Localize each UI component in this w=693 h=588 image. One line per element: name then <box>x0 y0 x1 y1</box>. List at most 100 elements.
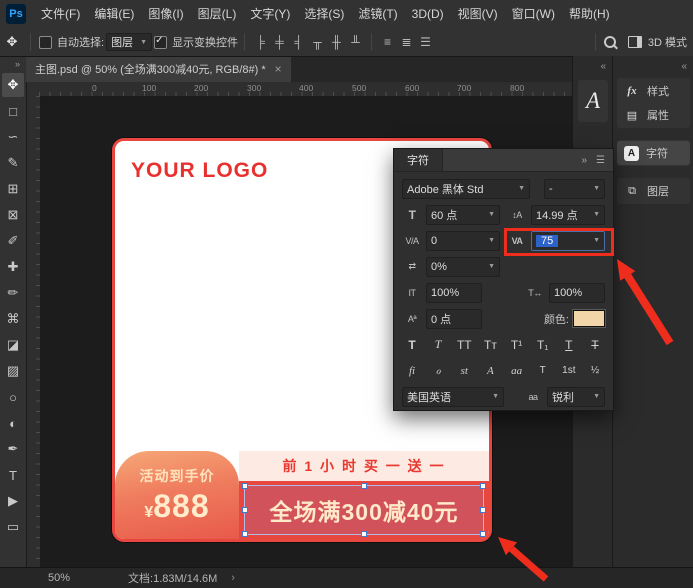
underline-button[interactable]: T <box>560 338 578 352</box>
auto-select-dropdown[interactable]: 图层▼ <box>106 33 152 51</box>
object-selection-tool-icon[interactable]: ✎ <box>2 151 24 175</box>
panel-collapse-icon[interactable]: » <box>581 155 587 166</box>
menu-window[interactable]: 窗口(W) <box>505 0 562 28</box>
document-tab[interactable]: 主图.psd @ 50% (全场满300减40元, RGB/8#) * × <box>26 56 291 82</box>
promo-banner[interactable]: 全场满300减40元 <box>239 481 489 539</box>
selection-handle[interactable] <box>361 531 367 537</box>
all-caps-button[interactable]: TT <box>455 338 473 352</box>
dock-collapse-icon[interactable]: « <box>613 56 693 76</box>
workspace-icon[interactable] <box>628 36 642 48</box>
stylistic-alternates-button[interactable]: aa <box>508 365 526 377</box>
frame-tool-icon[interactable]: ⊠ <box>2 203 24 227</box>
menu-layer[interactable]: 图层(L) <box>191 0 244 28</box>
superscript-button[interactable]: T¹ <box>508 338 526 352</box>
selection-handle[interactable] <box>480 507 486 513</box>
type-tool-icon[interactable]: T <box>2 463 24 487</box>
language-dropdown[interactable]: 美国英语▼ <box>402 387 504 407</box>
tracking-input[interactable]: 75 ▼ <box>531 231 605 251</box>
status-chevron-icon[interactable]: › <box>231 572 235 584</box>
font-family-dropdown[interactable]: Adobe 黑体 Std▼ <box>402 179 530 199</box>
menu-view[interactable]: 视图(V) <box>451 0 505 28</box>
selection-handle[interactable] <box>242 531 248 537</box>
properties-panel-button[interactable]: ▤ 属性 <box>617 103 690 127</box>
font-size-dropdown[interactable]: 60 点▼ <box>426 205 500 225</box>
align-top-icon[interactable]: ╥ <box>310 35 325 49</box>
shape-tool-icon[interactable]: ▭ <box>2 515 24 539</box>
titling-alternates-button[interactable]: T <box>534 365 552 376</box>
menu-filter[interactable]: 滤镜(T) <box>351 0 404 28</box>
faux-bold-button[interactable]: T <box>403 338 421 352</box>
selection-handle[interactable] <box>242 507 248 513</box>
menu-edit[interactable]: 编辑(E) <box>87 0 141 28</box>
text-color-swatch[interactable] <box>573 310 605 327</box>
eyedropper-tool-icon[interactable]: ✐ <box>2 229 24 253</box>
font-style-dropdown[interactable]: -▼ <box>544 179 605 199</box>
selection-handle[interactable] <box>480 483 486 489</box>
selection-handle[interactable] <box>361 483 367 489</box>
anti-alias-dropdown[interactable]: 锐利▼ <box>547 387 605 407</box>
panel-menu-icon[interactable]: ☰ <box>596 155 605 166</box>
horizontal-ruler[interactable]: 0 100 200 300 400 500 600 700 800 <box>26 82 572 97</box>
menu-help[interactable]: 帮助(H) <box>562 0 617 28</box>
ligatures-button[interactable]: fi <box>403 365 421 377</box>
faux-italic-button[interactable]: T <box>429 337 447 352</box>
selection-handle[interactable] <box>480 531 486 537</box>
blur-tool-icon[interactable]: ○ <box>2 385 24 409</box>
auto-select-checkbox[interactable] <box>39 36 52 49</box>
discretionary-ligatures-button[interactable]: st <box>455 365 473 377</box>
eraser-tool-icon[interactable]: ◪ <box>2 333 24 357</box>
close-icon[interactable]: × <box>275 62 282 76</box>
subscript-button[interactable]: T₁ <box>534 338 552 352</box>
healing-brush-tool-icon[interactable]: ✚ <box>2 255 24 279</box>
horizontal-scale-input[interactable]: 100% <box>549 283 605 303</box>
dodge-tool-icon[interactable]: ◐ <box>2 411 24 435</box>
menu-file[interactable]: 文件(F) <box>34 0 87 28</box>
align-bottom-icon[interactable]: ╨ <box>348 35 363 49</box>
clone-stamp-tool-icon[interactable]: ⌘ <box>2 307 24 331</box>
vertical-scale-input[interactable]: 100% <box>426 283 482 303</box>
character-panel-tab[interactable]: 字符 <box>394 149 443 171</box>
search-icon[interactable] <box>604 36 616 48</box>
align-left-icon[interactable]: ╞ <box>253 35 268 49</box>
small-caps-button[interactable]: Tᴛ <box>481 338 499 352</box>
layers-panel-button[interactable]: ⧉ 图层 <box>617 179 690 203</box>
chevron-down-icon: ▼ <box>593 237 600 244</box>
contextual-alternates-button[interactable]: ℴ <box>429 364 447 377</box>
glyphs-panel-icon[interactable]: A <box>578 80 608 122</box>
move-tool-icon[interactable]: ✥ <box>2 73 24 97</box>
marquee-tool-icon[interactable]: □ <box>2 99 24 123</box>
styles-panel-button[interactable]: fx 样式 <box>617 79 690 103</box>
ordinals-button[interactable]: 1st <box>560 365 578 376</box>
distribute-center-icon[interactable]: ☰ <box>418 35 433 49</box>
swash-button[interactable]: A <box>481 365 499 377</box>
menu-type[interactable]: 文字(Y) <box>243 0 297 28</box>
distribute-v-icon[interactable]: ≡ <box>380 35 395 49</box>
kerning-dropdown[interactable]: 0▼ <box>426 231 500 251</box>
menu-3d[interactable]: 3D(D) <box>405 0 451 28</box>
distribute-h-icon[interactable]: ≣ <box>399 35 414 49</box>
align-middle-icon[interactable]: ╫ <box>329 35 344 49</box>
character-panel-button[interactable]: A 字符 <box>617 141 690 165</box>
toolbar-collapse-icon[interactable]: » <box>15 56 26 72</box>
zoom-level[interactable]: 50% <box>48 572 70 584</box>
align-right-icon[interactable]: ╡ <box>291 35 306 49</box>
show-transform-checkbox[interactable] <box>154 36 167 49</box>
lasso-tool-icon[interactable]: ∽ <box>2 125 24 149</box>
align-center-h-icon[interactable]: ╪ <box>272 35 287 49</box>
dock-collapse-icon[interactable]: « <box>573 56 613 76</box>
tsume-dropdown[interactable]: 0%▼ <box>426 257 500 277</box>
crop-tool-icon[interactable]: ⊞ <box>2 177 24 201</box>
gradient-tool-icon[interactable]: ▨ <box>2 359 24 383</box>
fractions-button[interactable]: ½ <box>586 365 604 376</box>
vertical-ruler[interactable] <box>26 96 41 567</box>
leading-dropdown[interactable]: 14.99 点▼ <box>531 205 605 225</box>
baseline-shift-input[interactable]: 0 点 <box>426 309 482 329</box>
pen-tool-icon[interactable]: ✒ <box>2 437 24 461</box>
brush-tool-icon[interactable]: ✏ <box>2 281 24 305</box>
selection-handle[interactable] <box>242 483 248 489</box>
menu-image[interactable]: 图像(I) <box>141 0 190 28</box>
strikethrough-button[interactable]: T <box>586 338 604 352</box>
menu-select[interactable]: 选择(S) <box>297 0 351 28</box>
banner-text[interactable]: 全场满300减40元 <box>270 493 459 527</box>
path-selection-tool-icon[interactable]: ▶ <box>2 489 24 513</box>
